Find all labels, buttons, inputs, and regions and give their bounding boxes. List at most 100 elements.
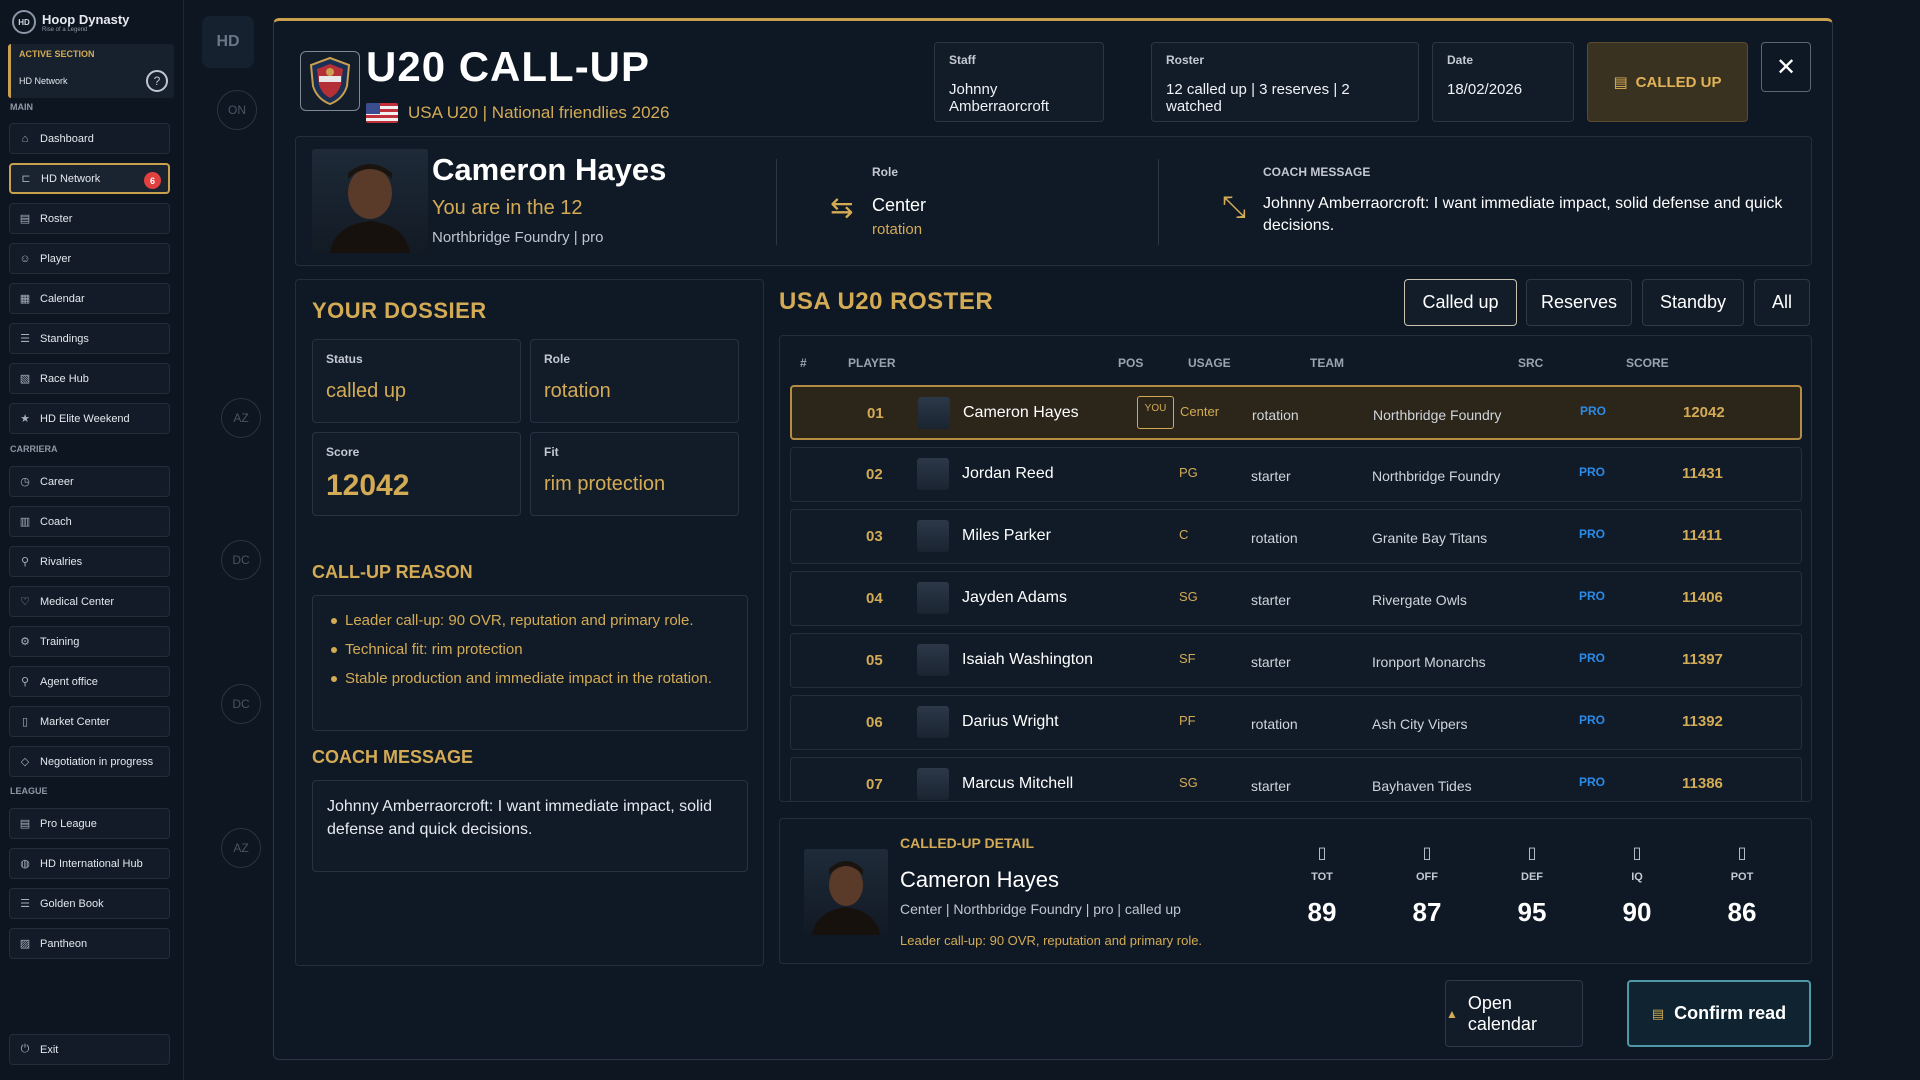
- col-header-score: SCORE: [1626, 356, 1669, 370]
- modal-title: U20 CALL-UP: [366, 43, 651, 90]
- sidebar-item-market-center[interactable]: ▯ Market Center: [9, 706, 170, 737]
- sidebar-item-roster[interactable]: ▤ Roster: [9, 203, 170, 234]
- sidebar-item-label: Dashboard: [40, 132, 94, 145]
- stat-value: 86: [1727, 897, 1757, 927]
- stat-value: 87: [1412, 897, 1442, 927]
- usa-flag-icon: [366, 103, 398, 123]
- row-number: 04: [866, 590, 883, 607]
- coach-icon: ▥: [19, 516, 31, 528]
- row-position: Center: [1180, 404, 1220, 419]
- sidebar-item-label: HD Network: [41, 172, 101, 185]
- filter-reserves[interactable]: Reserves: [1526, 279, 1632, 326]
- sidebar-item-coach[interactable]: ▥ Coach: [9, 506, 170, 537]
- row-number: 07: [866, 776, 883, 793]
- role-card-label: Role: [544, 352, 571, 366]
- table-row[interactable]: 07 Marcus Mitchell SG starter Bayhaven T…: [790, 757, 1802, 801]
- sidebar-item-international-hub[interactable]: ◍ HD International Hub: [9, 848, 170, 879]
- stat-off: ▯ OFF 87: [1397, 843, 1457, 928]
- row-source: PRO: [1579, 775, 1606, 789]
- sidebar-item-training[interactable]: ⚙ Training: [9, 626, 170, 657]
- modal-subtitle: USA U20 | National friendlies 2026: [408, 103, 670, 122]
- avatar: [917, 582, 949, 614]
- exit-button[interactable]: ⏻ Exit: [9, 1034, 170, 1065]
- shield-crest-icon: [300, 51, 360, 111]
- sidebar-item-pro-league[interactable]: ▤ Pro League: [9, 808, 170, 839]
- role-label: Role: [872, 165, 899, 179]
- sidebar-item-elite-weekend[interactable]: ★ HD Elite Weekend: [9, 403, 170, 434]
- row-score: 11411: [1682, 527, 1723, 544]
- table-row[interactable]: 04 Jayden Adams SG starter Rivergate Owl…: [790, 571, 1802, 626]
- app-name: Hoop Dynasty: [42, 11, 130, 27]
- sidebar-item-race-hub[interactable]: ▧ Race Hub: [9, 363, 170, 394]
- document-icon: ▤: [1613, 74, 1628, 91]
- sidebar-item-golden-book[interactable]: ☰ Golden Book: [9, 888, 170, 919]
- callup-reason-title: CALL-UP REASON: [312, 562, 473, 582]
- nav-section-league: LEAGUE: [10, 786, 48, 796]
- fit-value: rim protection: [544, 473, 666, 495]
- reason-item: Leader call-up: 90 OVR, reputation and p…: [331, 610, 729, 631]
- app-tagline: Rise of a Legend: [42, 26, 88, 33]
- sidebar-item-career[interactable]: ◷ Career: [9, 466, 170, 497]
- table-row[interactable]: 03 Miles Parker C rotation Granite Bay T…: [790, 509, 1802, 564]
- network-icon: ⊏: [21, 173, 31, 185]
- background-avatar: DC: [221, 540, 261, 580]
- confirm-read-label: Confirm read: [1674, 1003, 1787, 1023]
- row-position: SG: [1179, 775, 1198, 790]
- help-icon[interactable]: ?: [146, 70, 168, 92]
- stat-label: DEF: [1521, 871, 1543, 883]
- table-row[interactable]: 01 Cameron Hayes YOU Center rotation Nor…: [790, 385, 1802, 440]
- sidebar-item-pantheon[interactable]: ▨ Pantheon: [9, 928, 170, 959]
- row-number: 06: [866, 714, 883, 731]
- roster-table: # PLAYER POS USAGE TEAM SRC SCORE 01 Cam…: [779, 335, 1812, 802]
- filter-all[interactable]: All: [1754, 279, 1810, 326]
- sidebar-item-standings[interactable]: ☰ Standings: [9, 323, 170, 354]
- row-usage: starter: [1251, 778, 1291, 794]
- col-header-pos: POS: [1118, 356, 1144, 370]
- row-player-name: Jordan Reed: [962, 465, 1054, 482]
- sidebar-item-hd-network[interactable]: ⊏ HD Network 6: [9, 163, 170, 194]
- filter-called-up[interactable]: Called up: [1404, 279, 1517, 326]
- row-score: 11406: [1682, 589, 1723, 606]
- card-icon: ▯: [1422, 845, 1432, 862]
- sidebar-item-calendar[interactable]: ▦ Calendar: [9, 283, 170, 314]
- detail-portrait: [804, 849, 888, 935]
- detail-player-name: Cameron Hayes: [900, 867, 1059, 892]
- status-value: called up: [326, 380, 407, 402]
- confirm-read-button[interactable]: ▤ Confirm read: [1627, 980, 1811, 1047]
- background-logo: HD: [202, 16, 254, 68]
- row-usage: rotation: [1252, 407, 1299, 423]
- sidebar-item-dashboard[interactable]: ⌂ Dashboard: [9, 123, 170, 154]
- row-player-name: Marcus Mitchell: [962, 775, 1074, 792]
- col-header-number: #: [800, 356, 807, 370]
- sidebar-item-player[interactable]: ☺ Player: [9, 243, 170, 274]
- sidebar-item-label: Player: [40, 252, 72, 265]
- row-number: 05: [866, 652, 883, 669]
- row-position: SF: [1179, 651, 1196, 666]
- brand: HD Hoop Dynasty Rise of a Legend: [12, 10, 129, 34]
- row-position: PF: [1179, 713, 1196, 728]
- staff-value: Johnny Amberraorcroft: [949, 81, 1050, 115]
- sidebar-item-rivalries[interactable]: ⚲ Rivalries: [9, 546, 170, 577]
- score-value: 12042: [326, 469, 410, 502]
- roster-info: Roster 12 called up | 3 reserves | 2 wat…: [1151, 42, 1419, 122]
- open-calendar-button[interactable]: ▲ Open calendar: [1445, 980, 1583, 1047]
- sidebar-item-medical-center[interactable]: ♡ Medical Center: [9, 586, 170, 617]
- sidebar-item-negotiation[interactable]: ◇ Negotiation in progress: [9, 746, 170, 777]
- close-button[interactable]: ✕: [1761, 42, 1811, 92]
- table-row[interactable]: 06 Darius Wright PF rotation Ash City Vi…: [790, 695, 1802, 750]
- stat-value: 89: [1307, 897, 1337, 927]
- table-row[interactable]: 02 Jordan Reed PG starter Northbridge Fo…: [790, 447, 1802, 502]
- row-number: 01: [867, 405, 884, 422]
- history-icon: ◷: [20, 476, 30, 488]
- market-icon: ▯: [21, 716, 29, 728]
- sidebar-item-agent-office[interactable]: ⚲ Agent office: [9, 666, 170, 697]
- row-score: 11392: [1682, 713, 1723, 730]
- row-source: PRO: [1580, 404, 1607, 418]
- table-row[interactable]: 05 Isaiah Washington SF starter Ironport…: [790, 633, 1802, 688]
- called-up-status-button[interactable]: ▤ CALLED UP: [1587, 42, 1748, 122]
- score-card: Score 12042: [312, 432, 521, 516]
- role-card: Role rotation: [530, 339, 739, 423]
- filter-standby[interactable]: Standby: [1642, 279, 1744, 326]
- sidebar-item-label: Pro League: [40, 817, 97, 830]
- sidebar-item-label: HD International Hub: [40, 857, 143, 870]
